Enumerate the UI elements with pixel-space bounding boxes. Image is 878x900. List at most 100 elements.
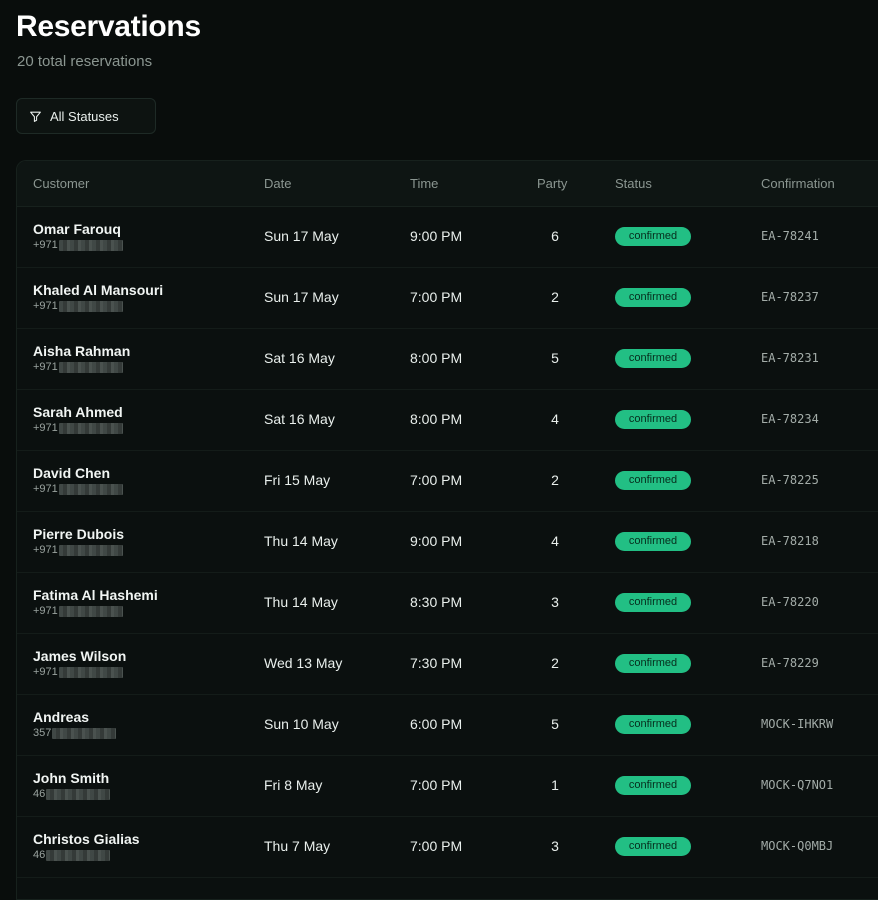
table-row[interactable]: Fatima Al Hashemi +971 Thu 14 May 8:30 PM 3 c…: [17, 572, 878, 634]
reservation-date: Fri 8 May: [264, 777, 323, 793]
table-row[interactable]: John Smith 46 Fri 8 May 7:00 PM 1 confirmed MO…: [17, 755, 878, 817]
phone-redacted-mask: [58, 239, 123, 251]
status-filter-button[interactable]: All Statuses: [16, 98, 156, 134]
reservation-date: Sat 16 May: [264, 350, 335, 366]
column-header-date[interactable]: Date: [264, 161, 291, 206]
status-filter-label: All Statuses: [50, 108, 119, 124]
reservation-date: Thu 14 May: [264, 533, 338, 549]
customer-name: Khaled Al Mansouri: [33, 282, 164, 298]
reservation-date: Fri 15 May: [264, 472, 331, 488]
table-row[interactable]: Sarah Ahmed +971 Sat 16 May 8:00 PM 4 confirm…: [17, 389, 878, 451]
reservation-date: Sun 10 May: [264, 716, 339, 732]
table-row[interactable]: Aisha Rahman +971 Sat 16 May 8:00 PM 5 confir…: [17, 328, 878, 390]
phone-redacted-mask: [58, 605, 123, 617]
customer-name: Pierre Dubois: [33, 526, 125, 542]
phone-redacted-mask: [46, 849, 111, 861]
reservations-table: Customer Date Time Party Status Confirma…: [16, 160, 878, 900]
customer-phone: 46: [33, 788, 111, 800]
party-size: 6: [551, 228, 559, 244]
table-row[interactable]: Omar Farouq +971 Sun 17 May 9:00 PM 6 confirm…: [17, 206, 878, 268]
party-size: 2: [551, 472, 559, 488]
customer-name: Andreas: [33, 709, 90, 725]
customer-phone: 357: [33, 727, 117, 739]
phone-prefix: +971: [33, 483, 58, 495]
customer-phone: +971: [33, 544, 123, 556]
party-size: 5: [551, 350, 559, 366]
filter-icon: [30, 111, 41, 122]
confirmation-code: MOCK-Q0MBJ: [761, 839, 834, 853]
status-badge: confirmed: [615, 654, 691, 673]
status-badge: confirmed: [615, 837, 691, 856]
status-badge: confirmed: [615, 593, 691, 612]
reservation-time: 9:00 PM: [410, 533, 463, 549]
customer-name: Sarah Ahmed: [33, 404, 123, 420]
phone-redacted-mask: [58, 666, 123, 678]
customer-name: Aisha Rahman: [33, 343, 131, 359]
phone-redacted-mask: [58, 544, 123, 556]
reservation-time: 7:00 PM: [410, 777, 463, 793]
confirmation-code: EA-78234: [761, 412, 819, 426]
customer-name: James Wilson: [33, 648, 127, 664]
customer-phone: +971: [33, 361, 123, 373]
phone-prefix: 46: [33, 849, 46, 861]
customer-name: David Chen: [33, 465, 111, 481]
phone-prefix: +971: [33, 605, 58, 617]
party-size: 4: [551, 533, 559, 549]
confirmation-code: EA-78237: [761, 290, 819, 304]
phone-prefix: +971: [33, 666, 58, 678]
table-row[interactable]: Khaled Al Mansouri +971 Sun 17 May 7:00 PM 2…: [17, 267, 878, 329]
phone-prefix: 357: [33, 727, 52, 739]
status-badge: confirmed: [615, 776, 691, 795]
phone-prefix: +971: [33, 422, 58, 434]
column-header-party[interactable]: Party: [537, 161, 567, 206]
table-row[interactable]: Andreas 357 Sun 10 May 6:00 PM 5 confirmed MOC…: [17, 694, 878, 756]
party-size: 3: [551, 838, 559, 854]
reservation-time: 6:00 PM: [410, 716, 463, 732]
phone-redacted-mask: [58, 361, 123, 373]
status-badge: confirmed: [615, 471, 691, 490]
column-header-time[interactable]: Time: [410, 161, 438, 206]
customer-phone: 46: [33, 849, 111, 861]
status-badge: confirmed: [615, 715, 691, 734]
phone-prefix: +971: [33, 544, 58, 556]
reservation-date: Thu 14 May: [264, 594, 338, 610]
column-header-confirmation[interactable]: Confirmation: [761, 161, 835, 206]
phone-redacted-mask: [58, 483, 123, 495]
reservation-date: Sat 16 May: [264, 411, 335, 427]
party-size: 3: [551, 594, 559, 610]
confirmation-code: EA-78241: [761, 229, 819, 243]
customer-name: Fatima Al Hashemi: [33, 587, 158, 603]
table-row[interactable]: David Chen +971 Fri 15 May 7:00 PM 2 confirme…: [17, 450, 878, 512]
phone-redacted-mask: [52, 727, 117, 739]
confirmation-code: EA-78225: [761, 473, 819, 487]
column-header-customer[interactable]: Customer: [33, 161, 89, 206]
confirmation-code: MOCK-IHKRW: [761, 717, 834, 731]
reservation-date: Thu 7 May: [264, 838, 331, 854]
page-title: Reservations: [16, 10, 201, 43]
reservation-time: 8:00 PM: [410, 411, 463, 427]
reservation-date: Sun 17 May: [264, 289, 339, 305]
reservation-time: 7:00 PM: [410, 838, 463, 854]
party-size: 4: [551, 411, 559, 427]
confirmation-code: EA-78231: [761, 351, 819, 365]
reservation-time: 7:00 PM: [410, 289, 463, 305]
phone-prefix: +971: [33, 361, 58, 373]
status-badge: confirmed: [615, 349, 691, 368]
status-badge: confirmed: [615, 288, 691, 307]
reservation-time: 7:30 PM: [410, 655, 463, 671]
customer-phone: +971: [33, 483, 123, 495]
reservation-time: 9:00 PM: [410, 228, 463, 244]
page-subtitle: 20 total reservations: [17, 53, 153, 70]
table-row[interactable]: James Wilson +971 Wed 13 May 7:30 PM 2 confir…: [17, 633, 878, 695]
reservation-time: 7:00 PM: [410, 472, 463, 488]
table-row[interactable]: Pierre Dubois +971 Thu 14 May 9:00 PM 4 confi…: [17, 511, 878, 573]
table-header: Customer Date Time Party Status Confirma…: [17, 161, 878, 207]
reservation-date: Wed 13 May: [264, 655, 343, 671]
table-row[interactable]: Christos Gialias 46 Thu 7 May 7:00 PM 3 confi…: [17, 816, 878, 878]
reservation-date: Sun 17 May: [264, 228, 339, 244]
customer-phone: +971: [33, 422, 123, 434]
customer-phone: +971: [33, 239, 123, 251]
column-header-status[interactable]: Status: [615, 161, 652, 206]
customer-name: Omar Farouq: [33, 221, 121, 237]
confirmation-code: MOCK-Q7NO1: [761, 778, 834, 792]
